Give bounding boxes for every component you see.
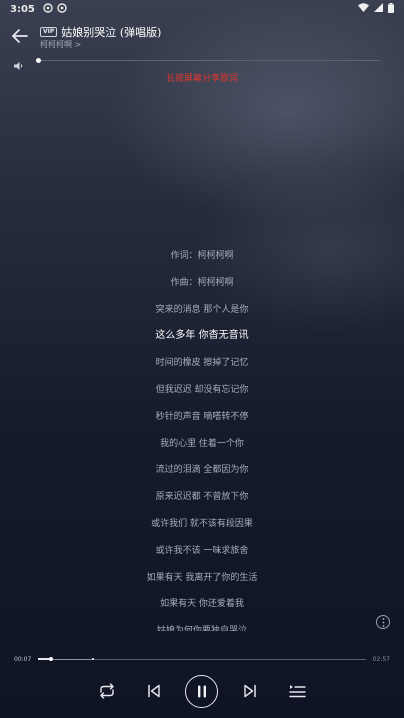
more-button[interactable] xyxy=(376,615,390,629)
song-title-row: VIP 姑娘别哭泣 (弹唱版) xyxy=(40,24,161,40)
lyric-line[interactable]: 或许我不该 一味求旅舍 xyxy=(0,544,404,571)
lyric-line[interactable]: 或许我们 就不该有段因果 xyxy=(0,517,404,544)
repeat-icon xyxy=(100,683,114,699)
current-time: 00:07 xyxy=(14,656,32,663)
share-lyrics-hint: 长按屏幕分享歌词 xyxy=(165,74,238,84)
lyric-line[interactable]: 姑娘为何你要独自哭泣 xyxy=(0,624,404,631)
previous-button[interactable] xyxy=(145,681,163,701)
skip-next-icon xyxy=(244,684,256,698)
netease-notification-icon xyxy=(43,2,53,16)
progress-thumb[interactable] xyxy=(49,657,54,661)
playlist-icon xyxy=(288,685,306,698)
wifi-icon xyxy=(358,3,369,15)
lyric-line[interactable]: 如果有天 我离开了你的生活 xyxy=(0,571,404,598)
lyric-line[interactable]: 秒针的声音 嘀嗒转不停 xyxy=(0,410,404,437)
buffer-marker xyxy=(92,658,94,660)
skip-previous-icon xyxy=(148,684,160,698)
lyric-line[interactable]: 我的心里 住着一个你 xyxy=(0,437,404,464)
volume-row xyxy=(14,56,384,70)
lyric-line[interactable]: 原来迟迟都 不曾放下你 xyxy=(0,490,404,517)
lyric-line[interactable]: 但我迟迟 却没有忘记你 xyxy=(0,383,404,410)
playback-progress: 00:07 02:57 xyxy=(14,654,390,666)
arrow-left-icon xyxy=(12,29,28,43)
more-vertical-icon xyxy=(382,618,385,627)
status-time: 3:05 xyxy=(10,3,35,15)
lyric-line[interactable]: 如果有天 你还爱着我 xyxy=(0,597,404,624)
vip-badge: VIP xyxy=(40,27,58,37)
lyrics-list[interactable]: 作词：柯柯柯啊 作曲：柯柯柯啊 突来的消息 那个人是你 这么多年 你杳无音讯 时间的橡皮… xyxy=(0,249,404,631)
total-time: 02:57 xyxy=(372,656,390,663)
volume-slider-track[interactable] xyxy=(40,60,380,61)
lyric-line[interactable]: 时间的橡皮 擦掉了记忆 xyxy=(0,356,404,383)
back-button[interactable] xyxy=(10,26,30,46)
speaker-icon[interactable] xyxy=(14,56,24,70)
status-bar: 3:05 xyxy=(0,0,404,18)
netease-notification-icon xyxy=(57,2,67,16)
lyric-line[interactable]: 作词：柯柯柯啊 xyxy=(0,249,404,276)
volume-slider-thumb[interactable] xyxy=(36,58,41,63)
lyric-line-active[interactable]: 这么多年 你杳无音讯 xyxy=(0,329,404,356)
song-title: 姑娘别哭泣 (弹唱版) xyxy=(61,26,162,39)
lyric-line[interactable]: 突来的消息 那个人是你 xyxy=(0,303,404,330)
artist-link[interactable]: 柯柯柯啊 > xyxy=(40,39,81,50)
signal-icon xyxy=(374,3,383,15)
lyric-line[interactable]: 作曲：柯柯柯啊 xyxy=(0,276,404,303)
pause-button[interactable] xyxy=(185,675,218,708)
next-button[interactable] xyxy=(241,681,259,701)
repeat-button[interactable] xyxy=(97,681,117,701)
lyric-line[interactable]: 流过的泪滴 全都因为你 xyxy=(0,463,404,490)
pause-icon xyxy=(197,685,206,698)
playlist-button[interactable] xyxy=(287,681,307,701)
player-header: VIP 姑娘别哭泣 (弹唱版) 柯柯柯啊 > xyxy=(0,22,404,52)
playback-controls xyxy=(0,674,404,708)
battery-icon xyxy=(388,2,394,16)
